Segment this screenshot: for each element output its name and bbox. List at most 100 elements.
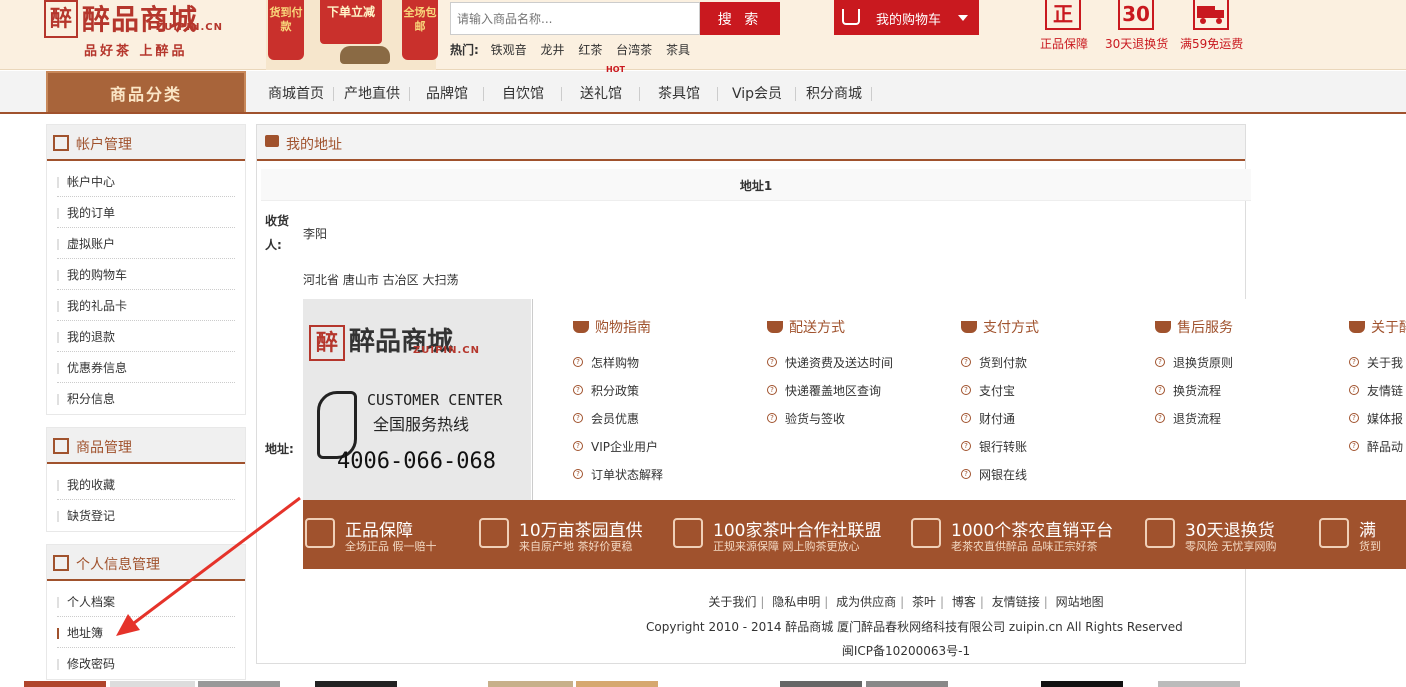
thumbnail[interactable]: [198, 681, 280, 687]
footer-link[interactable]: 网站地图: [1056, 595, 1104, 609]
thumbnail[interactable]: [576, 681, 658, 687]
footer-link[interactable]: ? 退换货原则: [1153, 343, 1333, 371]
customer-center: 醉 醉品商城 ZUIPIN.CN CUSTOMER CENTER 全国服务热线 …: [303, 299, 531, 500]
footer-link[interactable]: ? 醉品动: [1347, 427, 1406, 455]
footer-link[interactable]: ? 退货流程: [1153, 399, 1333, 427]
question-icon: ?: [767, 385, 777, 395]
thumbnail[interactable]: [866, 681, 948, 687]
footer-column-title: 关于醉: [1347, 317, 1406, 343]
sidebar-list: 帐户中心 我的订单 虚拟账户 我的购物车 我的礼品卡 我的退款 优惠券信息 积分…: [47, 161, 245, 414]
sidebar-item[interactable]: 缺货登记: [57, 500, 235, 531]
category-menu-button[interactable]: 商品分类: [46, 71, 246, 112]
footer-column-shopping-guide: 购物指南 ? 怎样购物 ? 积分政策 ? 会员优惠 ? VIP企业用户 ? 订单状态解释: [571, 317, 751, 483]
footer-link[interactable]: 茶叶: [912, 595, 936, 609]
thumbnail[interactable]: [24, 681, 106, 687]
sidebar-item[interactable]: 个人档案: [57, 586, 235, 617]
footer-link[interactable]: ? 媒体报: [1347, 399, 1406, 427]
sidebar-item-address-book[interactable]: 地址簿: [57, 617, 235, 648]
hot-keyword[interactable]: 铁观音: [491, 43, 527, 57]
guarantee-30day-return[interactable]: 30 30天退换货: [1105, 0, 1168, 52]
nav-item-home[interactable]: 商城首页: [258, 71, 334, 114]
hot-keyword[interactable]: 茶具: [666, 43, 690, 57]
sidebar-item[interactable]: 我的购物车: [57, 259, 235, 290]
nav-item-origin[interactable]: 产地直供: [334, 71, 410, 114]
nav-item-gifts[interactable]: 送礼馆: [562, 71, 640, 114]
question-icon: ?: [1349, 357, 1359, 367]
footer-link[interactable]: ? 怎样购物: [571, 343, 751, 371]
sidebar-group-title: 帐户管理: [76, 137, 132, 153]
nav-item-vip[interactable]: Vip会员: [718, 71, 797, 114]
search-input[interactable]: [450, 2, 700, 35]
footer-link[interactable]: ? 支付宝: [959, 371, 1139, 399]
shield-icon: [305, 518, 335, 548]
cart-button[interactable]: 我的购物车: [834, 0, 979, 35]
guarantee-label: 满59免运费: [1180, 37, 1244, 51]
footer-link[interactable]: ? 快递资费及送达时间: [765, 343, 945, 371]
hot-keyword[interactable]: 台湾茶: [616, 43, 652, 57]
footer-link[interactable]: ? 银行转账: [959, 427, 1139, 455]
footer-link[interactable]: ? 会员优惠: [571, 399, 751, 427]
receiver-value: 李阳: [303, 227, 328, 241]
footer-column-payment: 支付方式 ? 货到付款 ? 支付宝 ? 财付通 ? 银行转账 ? 网银在线: [959, 317, 1139, 483]
sidebar-item[interactable]: 帐户中心: [57, 166, 235, 197]
hot-keyword[interactable]: 龙井: [540, 43, 564, 57]
nav-item-brands[interactable]: 品牌馆: [410, 71, 484, 114]
footer-link[interactable]: ? 换货流程: [1153, 371, 1333, 399]
question-icon: ?: [573, 385, 583, 395]
copyright-text: Copyright 2010 - 2014 醉品商城 厦门醉品春秋网络科技有限公…: [646, 620, 1183, 634]
sidebar-item[interactable]: 虚拟账户: [57, 228, 235, 259]
icp-number[interactable]: 闽ICP备10200063号-1: [646, 642, 1166, 659]
sidebar-item[interactable]: 修改密码: [57, 648, 235, 679]
nav-item-points-mall[interactable]: 积分商城: [796, 71, 873, 114]
footer-link[interactable]: 关于我们: [708, 595, 756, 609]
thumbnail[interactable]: [110, 681, 195, 687]
footer-link[interactable]: ? 财付通: [959, 399, 1139, 427]
sidebar-item[interactable]: 我的礼品卡: [57, 290, 235, 321]
footer-link[interactable]: 隐私申明: [772, 595, 820, 609]
footer-link[interactable]: ? 快递覆盖地区查询: [765, 371, 945, 399]
thumbnail[interactable]: [780, 681, 862, 687]
nav-item-self-drink[interactable]: 自饮馆: [484, 71, 562, 114]
footer-column-title: 支付方式: [959, 317, 1139, 343]
footer-link[interactable]: 友情链接: [992, 595, 1040, 609]
footer-link[interactable]: 成为供应商: [836, 595, 896, 609]
promo-banner[interactable]: 货到付款 下单立减 全场包邮: [266, 0, 438, 70]
site-header: 醉 醉品商城 ZUIPIN.CN 品好茶 上醉品 货到付款 下单立减 全场包邮 …: [0, 0, 1406, 70]
footer-link[interactable]: ? 关于我: [1347, 343, 1406, 371]
footer-link[interactable]: 博客: [952, 595, 976, 609]
footer-link[interactable]: ? 网银在线: [959, 455, 1139, 483]
question-icon: ?: [767, 357, 777, 367]
site-logo[interactable]: 醉 醉品商城 ZUIPIN.CN 品好茶 上醉品: [44, 0, 254, 59]
sidebar-group-title: 个人信息管理: [76, 557, 160, 573]
sidebar-item[interactable]: 我的收藏: [57, 469, 235, 500]
search-button[interactable]: 搜 索: [700, 2, 780, 35]
sidebar-item[interactable]: 我的订单: [57, 197, 235, 228]
footer-link[interactable]: ? 订单状态解释: [571, 455, 751, 483]
building-icon: [479, 518, 509, 548]
question-icon: ?: [573, 413, 583, 423]
teacup-icon: [961, 321, 977, 333]
address-card-title: 地址1: [261, 169, 1251, 201]
thumbnail[interactable]: [1158, 681, 1240, 687]
sidebar-item[interactable]: 我的退款: [57, 321, 235, 352]
chevron-down-icon: [958, 15, 968, 21]
question-icon: ?: [961, 441, 971, 451]
sidebar-item[interactable]: 优惠券信息: [57, 352, 235, 383]
guarantee-free-shipping[interactable]: 满59免运费: [1180, 0, 1244, 52]
footer-link[interactable]: ? VIP企业用户: [571, 427, 751, 455]
promo-right-lantern: 全场包邮: [402, 0, 438, 60]
customer-center-label: CUSTOMER CENTER: [367, 391, 503, 409]
sidebar-item[interactable]: 积分信息: [57, 383, 235, 414]
footer-link[interactable]: ? 友情链: [1347, 371, 1406, 399]
footer-link[interactable]: ? 积分政策: [571, 371, 751, 399]
thumbnail[interactable]: [488, 681, 573, 687]
thumbnail[interactable]: [1041, 681, 1123, 687]
footer-link[interactable]: ? 货到付款: [959, 343, 1139, 371]
footer-links: 关于我们 | 隐私申明 | 成为供应商 | 茶叶 | 博客 | 友情链接 | 网站地图: [708, 595, 1104, 609]
guarantee-genuine[interactable]: 正 正品保障: [1040, 0, 1088, 52]
thumbnail[interactable]: [315, 681, 397, 687]
footer-link[interactable]: ? 验货与签收: [765, 399, 945, 427]
truck-icon: [1193, 0, 1229, 30]
hot-keyword[interactable]: 红茶: [578, 43, 602, 57]
nav-item-teaware[interactable]: 茶具馆: [640, 71, 718, 114]
